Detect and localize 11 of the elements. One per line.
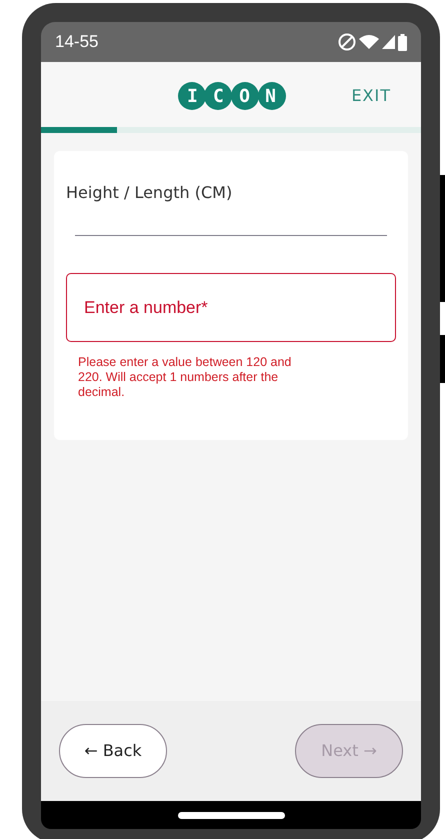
status-time: 14-55	[55, 31, 98, 54]
question-label: Height / Length (CM)	[66, 182, 234, 204]
exit-link[interactable]: EXIT	[351, 84, 391, 108]
icon-logo: ICON	[178, 82, 286, 110]
do-not-disturb-icon	[338, 33, 356, 51]
back-button[interactable]: ← Back	[59, 724, 167, 778]
battery-icon	[398, 34, 407, 50]
error-message: Please enter a value between 120 and 220. Will accept 1 numbers after the decimal.	[78, 355, 292, 400]
wifi-icon	[359, 35, 379, 49]
signal-icon	[382, 35, 395, 49]
number-input[interactable]: Enter a number*	[66, 273, 396, 342]
